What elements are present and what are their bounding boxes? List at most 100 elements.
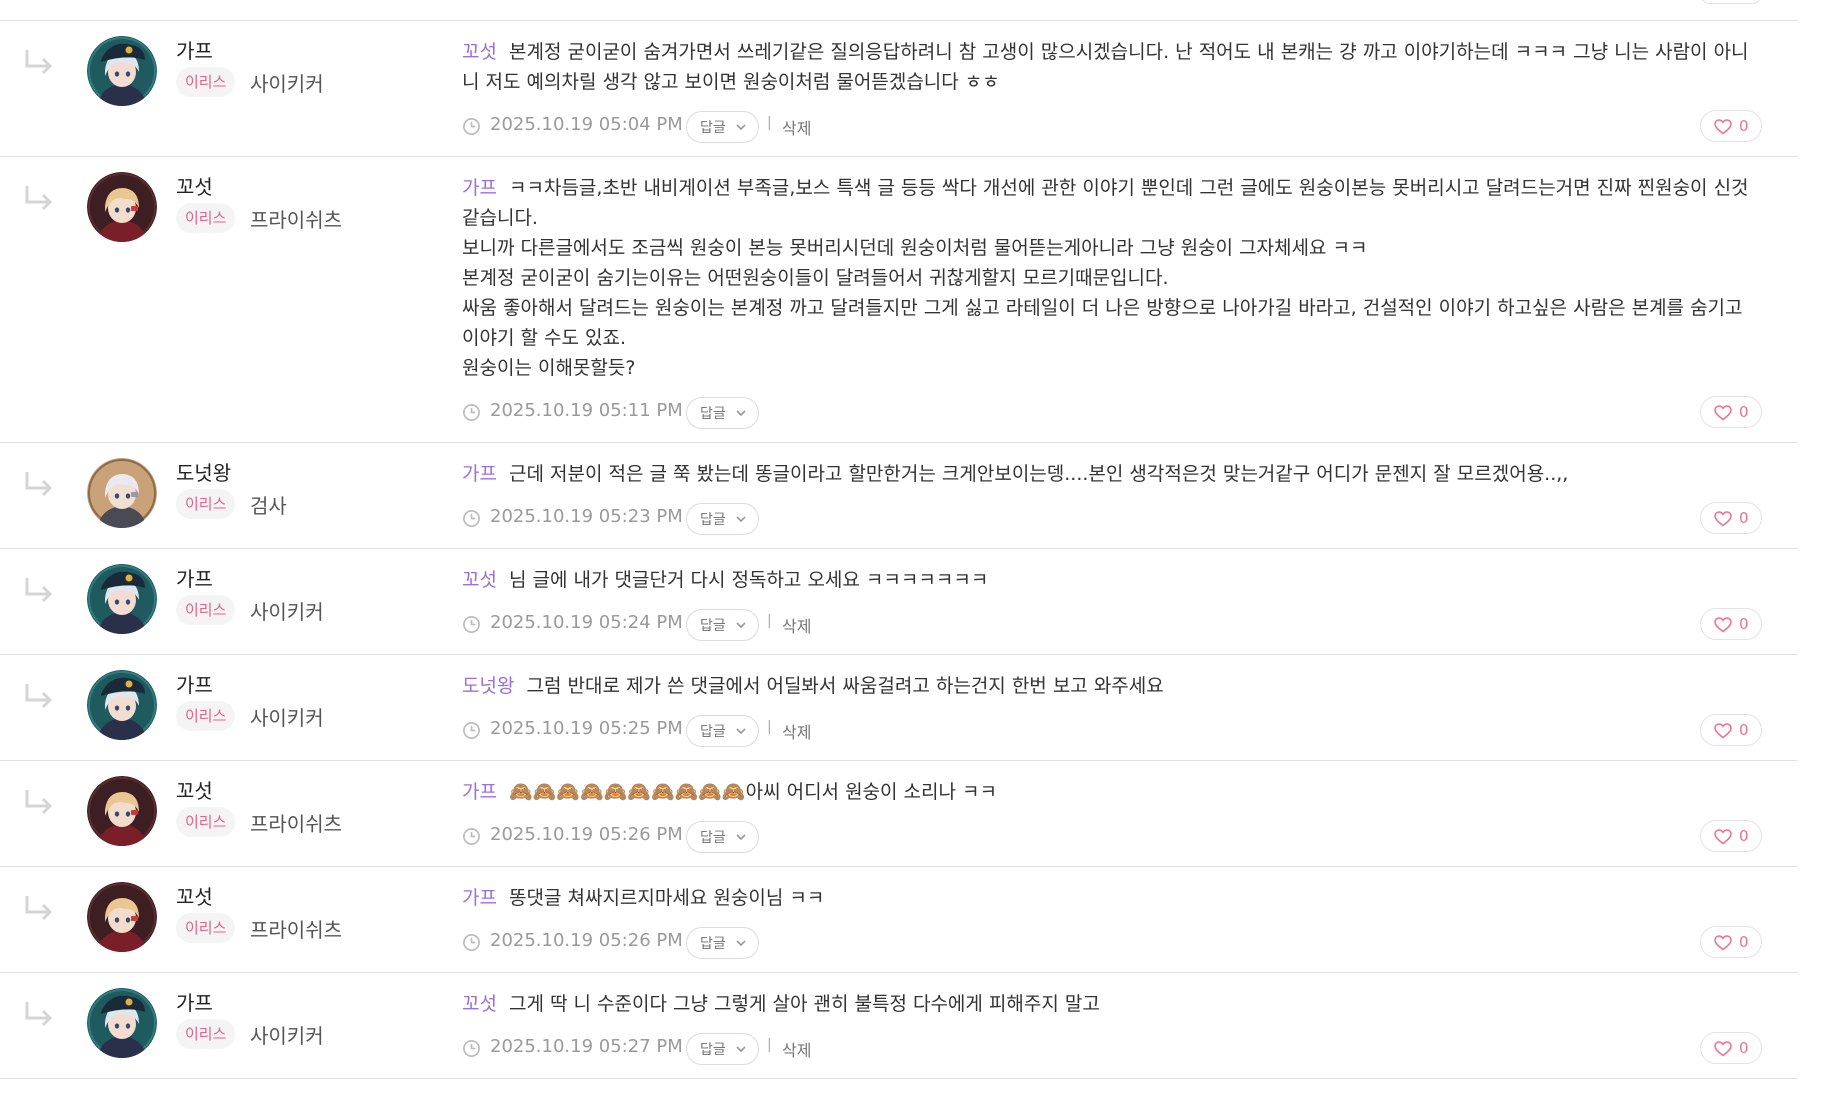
- reply-arrow-icon: [25, 1002, 53, 1027]
- reply-arrow-icon: [25, 790, 53, 815]
- mention-link[interactable]: 가프: [462, 887, 497, 909]
- clock-icon: [463, 404, 480, 421]
- avatar[interactable]: [87, 776, 157, 846]
- author-job: 사이키커: [250, 72, 324, 96]
- heart-icon: [1714, 1041, 1732, 1057]
- mention-link[interactable]: 가프: [462, 781, 497, 803]
- author-nickname[interactable]: 꼬섯: [176, 171, 213, 200]
- mention-link[interactable]: 가프: [462, 463, 497, 485]
- reply-button[interactable]: 답글: [686, 1033, 759, 1065]
- comment-date: 2025.10.19 05:24 PM: [490, 612, 683, 633]
- like-button[interactable]: 0: [1700, 396, 1762, 428]
- comment-body: 꼬섯 님 글에 내가 댓글단거 다시 정독하고 오세요 ㅋㅋㅋㅋㅋㅋㅋ: [462, 549, 1762, 595]
- mention-link[interactable]: 가프: [462, 177, 497, 199]
- chevron-down-icon: [736, 622, 746, 629]
- comment-text: 싸움 좋아해서 달려드는 원숭이는 본계정 까고 달려들지만 그게 싫고 라테일…: [462, 297, 1743, 349]
- reply-button[interactable]: 답글: [686, 503, 759, 535]
- author-nickname[interactable]: 도넛왕: [176, 457, 231, 486]
- previous-like-button[interactable]: [1700, 0, 1762, 4]
- like-count: 0: [1739, 615, 1749, 633]
- heart-icon: [1714, 723, 1732, 739]
- like-button[interactable]: 0: [1700, 714, 1762, 746]
- comment-meta: 2025.10.19 05:26 PM 답글: [462, 927, 1798, 959]
- reply-button-label: 답글: [700, 724, 726, 740]
- avatar[interactable]: [87, 172, 157, 242]
- reply-button[interactable]: 답글: [686, 111, 759, 143]
- comment-meta: 2025.10.19 05:26 PM 답글: [462, 821, 1798, 853]
- avatar[interactable]: [87, 670, 157, 740]
- author-job: 검사: [250, 494, 287, 518]
- comment-row: 도넛왕 이리스 검사 가프 근데 저분이 적은 글 쭉 봤는데 똥글이라고 할만…: [0, 443, 1798, 549]
- author-job: 프라이쉬츠: [250, 918, 342, 942]
- reply-button[interactable]: 답글: [686, 927, 759, 959]
- meta-separator: |: [767, 1037, 772, 1053]
- like-button[interactable]: 0: [1700, 926, 1762, 958]
- reply-button[interactable]: 답글: [686, 715, 759, 747]
- like-button[interactable]: 0: [1700, 820, 1762, 852]
- reply-button[interactable]: 답글: [686, 821, 759, 853]
- like-count: 0: [1739, 827, 1749, 845]
- comment-date: 2025.10.19 05:11 PM: [490, 400, 683, 421]
- comment-body: 가프 똥댓글 쳐싸지르지마세요 원숭이님 ㅋㅋ: [462, 867, 1762, 913]
- heart-icon: [1714, 405, 1732, 421]
- comment-text: 근데 저분이 적은 글 쭉 봤는데 똥글이라고 할만한거는 크게안보이는뎅...…: [509, 463, 1569, 485]
- chevron-down-icon: [736, 728, 746, 735]
- server-badge: 이리스: [176, 203, 236, 233]
- reply-button-label: 답글: [700, 406, 726, 422]
- comment-row: 가프 이리스 사이키커 도넛왕 그럼 반대로 제가 쓴 댓글에서 어딜봐서 싸움…: [0, 655, 1798, 761]
- comment-list: 가프 이리스 사이키커 꼬섯 본계정 굳이굳이 숨겨가면서 쓰레기같은 질의응답…: [0, 0, 1798, 1079]
- comment-row: 가프 이리스 사이키커 꼬섯 그게 딱 니 수준이다 그냥 그렇게 살아 괜히 …: [0, 973, 1798, 1079]
- author-nickname[interactable]: 가프: [176, 669, 213, 698]
- comment-meta: 2025.10.19 05:11 PM 답글: [462, 397, 1798, 429]
- reply-button[interactable]: 답글: [686, 609, 759, 641]
- author-nickname[interactable]: 꼬섯: [176, 775, 213, 804]
- mention-link[interactable]: 꼬섯: [462, 569, 497, 591]
- delete-button[interactable]: 삭제: [782, 613, 811, 637]
- mention-link[interactable]: 도넛왕: [462, 675, 514, 697]
- clock-icon: [463, 1040, 480, 1057]
- clock-icon: [463, 118, 480, 135]
- author-nickname[interactable]: 가프: [176, 35, 213, 64]
- avatar[interactable]: [87, 36, 157, 106]
- reply-arrow-icon: [25, 50, 53, 75]
- like-button[interactable]: 0: [1700, 502, 1762, 534]
- mention-link[interactable]: 꼬섯: [462, 993, 497, 1015]
- like-count: 0: [1739, 1039, 1749, 1057]
- comment-text: ㅋㅋ차듬글,초반 내비게이션 부족글,보스 특색 글 등등 싹다 개선에 관한 …: [462, 177, 1749, 229]
- delete-button[interactable]: 삭제: [782, 719, 811, 743]
- clock-icon: [463, 722, 480, 739]
- chevron-down-icon: [736, 516, 746, 523]
- comment-meta: 2025.10.19 05:23 PM 답글: [462, 503, 1798, 535]
- avatar[interactable]: [87, 458, 157, 528]
- chevron-down-icon: [736, 834, 746, 841]
- like-button[interactable]: 0: [1700, 608, 1762, 640]
- comment-date: 2025.10.19 05:26 PM: [490, 824, 683, 845]
- comment-section: 가프 이리스 사이키커 꼬섯 본계정 굳이굳이 숨겨가면서 쓰레기같은 질의응답…: [0, 0, 1833, 1103]
- like-count: 0: [1739, 933, 1749, 951]
- chevron-down-icon: [736, 410, 746, 417]
- chevron-down-icon: [736, 124, 746, 131]
- like-count: 0: [1739, 721, 1749, 739]
- comment-text: 똥댓글 쳐싸지르지마세요 원숭이님 ㅋㅋ: [509, 887, 825, 909]
- mention-link[interactable]: 꼬섯: [462, 41, 497, 63]
- heart-icon: [1714, 511, 1732, 527]
- comment-date: 2025.10.19 05:27 PM: [490, 1036, 683, 1057]
- author-nickname[interactable]: 가프: [176, 987, 213, 1016]
- comment-body: 가프 🙈🙈🙈🙈🙈🙈🙈🙈🙈🙈아씨 어디서 원숭이 소리나 ㅋㅋ: [462, 761, 1762, 807]
- comment-text: 본계정 굳이굳이 숨기는이유는 어떤원숭이들이 달려들어서 귀찮게할지 모르기때…: [462, 267, 1169, 289]
- delete-button[interactable]: 삭제: [782, 1037, 811, 1061]
- delete-button[interactable]: 삭제: [782, 115, 811, 139]
- heart-icon: [1714, 119, 1732, 135]
- avatar[interactable]: [87, 564, 157, 634]
- author-nickname[interactable]: 꼬섯: [176, 881, 213, 910]
- like-button[interactable]: 0: [1700, 110, 1762, 142]
- author-nickname[interactable]: 가프: [176, 563, 213, 592]
- like-button[interactable]: 0: [1700, 1032, 1762, 1064]
- reply-button[interactable]: 답글: [686, 397, 759, 429]
- avatar[interactable]: [87, 988, 157, 1058]
- chevron-down-icon: [736, 1046, 746, 1053]
- heart-icon: [1714, 829, 1732, 845]
- avatar[interactable]: [87, 882, 157, 952]
- comment-text: 원숭이는 이해못할듯?: [462, 357, 636, 379]
- reply-button-label: 답글: [700, 618, 726, 634]
